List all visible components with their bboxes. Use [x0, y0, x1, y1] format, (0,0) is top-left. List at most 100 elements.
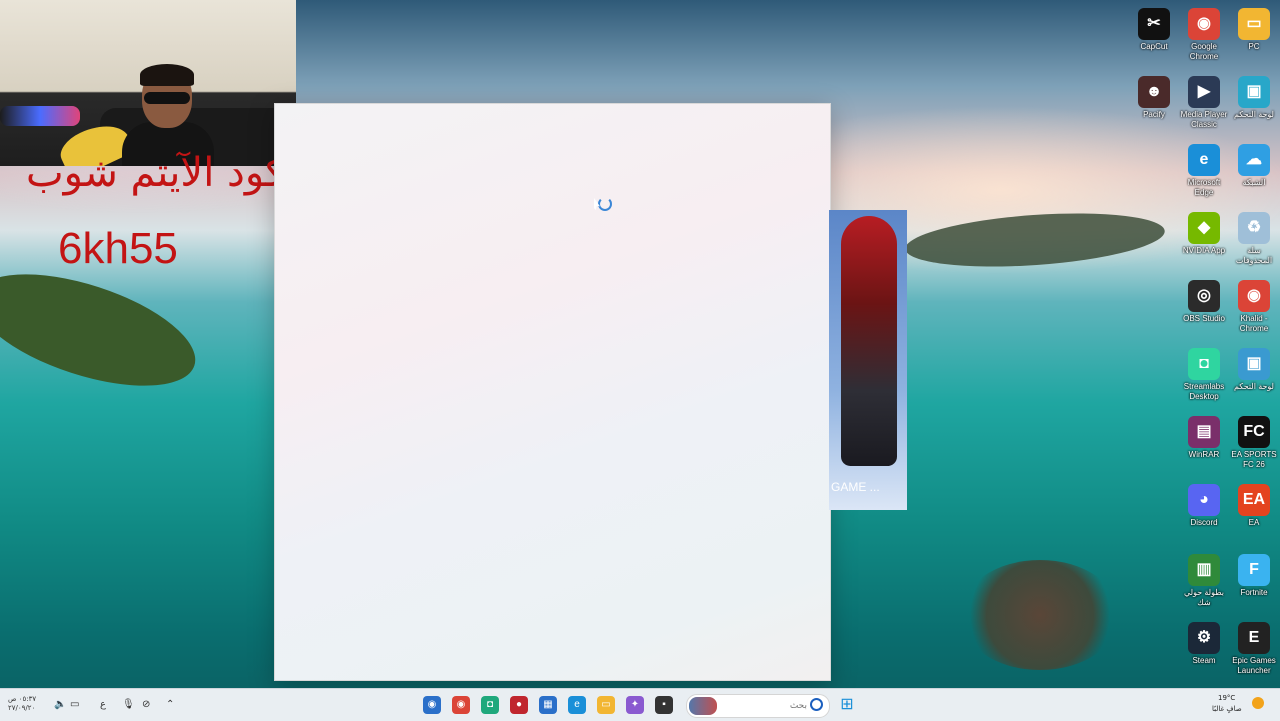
game-widget-card[interactable]: GAME ...	[829, 210, 907, 510]
obs-studio-shortcut[interactable]: ◎ OBS Studio	[1178, 280, 1230, 324]
ea-icon: EA	[1238, 484, 1270, 516]
shortcut-label: Fortnite	[1240, 588, 1268, 597]
promo-code: 6kh55	[58, 224, 178, 273]
tournament-icon: ▥	[1188, 554, 1220, 586]
shortcut-label: WinRAR	[1188, 450, 1220, 459]
muted-icon[interactable]: ⊘	[142, 699, 150, 710]
taskbar-store-icon[interactable]: ▦	[539, 696, 557, 714]
taskbar-red-app-icon[interactable]: ●	[510, 696, 528, 714]
nvidia-app-icon: ◆	[1188, 212, 1220, 244]
streamlabs-icon: ◘	[1188, 348, 1220, 380]
tournament-shortcut[interactable]: ▥ بطولة حولي شك	[1178, 554, 1230, 608]
winrar-icon: ▤	[1188, 416, 1220, 448]
discord-shortcut[interactable]: ◕ Discord	[1178, 484, 1230, 528]
control-panel-2-shortcut[interactable]: ▣ لوحة التحكم	[1228, 348, 1280, 392]
weather-temperature: 19°C	[1218, 694, 1236, 702]
streamlabs-shortcut[interactable]: ◘ Streamlabs Desktop	[1178, 348, 1230, 402]
microsoft-edge-icon: e	[1188, 144, 1220, 176]
shortcut-label: Microsoft Edge	[1187, 178, 1221, 197]
shortcut-label: الشبكة	[1242, 178, 1266, 187]
winrar-shortcut[interactable]: ▤ WinRAR	[1178, 416, 1230, 460]
ea-sports-fc-shortcut[interactable]: FC EA SPORTS FC 26	[1228, 416, 1280, 470]
epic-games-shortcut[interactable]: E Epic Games Launcher	[1228, 622, 1280, 676]
chrome-khalid-icon: ◉	[1238, 280, 1270, 312]
taskbar-clock[interactable]: ٠٥:٣٧ ص ٢٧/٠٩/٢٠	[8, 695, 46, 713]
taskbar-colorful-app-icon[interactable]: ✦	[626, 696, 644, 714]
network-tray-icon[interactable]: ▭	[70, 699, 79, 710]
shortcut-label: Steam	[1192, 656, 1216, 665]
taskbar-app-blue-icon[interactable]: ◉	[423, 696, 441, 714]
shortcut-label: Google Chrome	[1189, 42, 1219, 61]
island-scenery	[903, 205, 1167, 275]
pc-icon: ▭	[1238, 8, 1270, 40]
search-icon	[810, 698, 823, 711]
weather-condition: صافٍ غالبًا	[1212, 705, 1242, 713]
webcam-overlay	[0, 0, 296, 166]
google-chrome-icon: ◉	[1188, 8, 1220, 40]
chevron-up-icon[interactable]: ⌃	[166, 699, 174, 710]
webcam-person-glasses	[144, 92, 190, 104]
pc-shortcut[interactable]: ▭ PC	[1228, 8, 1280, 52]
shortcut-label: PC	[1248, 42, 1260, 51]
nvidia-app-shortcut[interactable]: ◆ NVIDIA App	[1178, 212, 1230, 256]
shortcut-label: سلة المحذوفات	[1235, 246, 1273, 265]
shortcut-label: لوحة التحكم	[1233, 382, 1274, 391]
taskbar: ٠٥:٣٧ ص ٢٧/٠٩/٢٠ 🔈 ▭ ع 🎙 ⊘ ⌃ ◉ ◉ ◘ ● ▦ e ▭ ✦ ▪ ⊞…	[0, 688, 1280, 721]
recycle-bin-shortcut[interactable]: ♻ سلة المحذوفات	[1228, 212, 1280, 266]
control-panel-icon: ▣	[1238, 76, 1270, 108]
control-panel-shortcut[interactable]: ▣ لوحة التحكم	[1228, 76, 1280, 120]
google-chrome-shortcut[interactable]: ◉ Google Chrome	[1178, 8, 1230, 62]
shortcut-label: Pacify	[1143, 110, 1165, 119]
recycle-bin-icon: ♻	[1238, 212, 1270, 244]
chrome-khalid-shortcut[interactable]: ◉ Khalid - Chrome	[1228, 280, 1280, 334]
loading-app-window[interactable]	[274, 103, 831, 681]
shortcut-label: Epic Games Launcher	[1232, 656, 1276, 675]
ea-sports-fc-icon: FC	[1238, 416, 1270, 448]
media-player-classic-shortcut[interactable]: ▶ Media Player Classic	[1178, 76, 1230, 130]
shortcut-label: OBS Studio	[1183, 314, 1225, 323]
webcam-person-hair	[140, 64, 194, 86]
network-icon: ☁	[1238, 144, 1270, 176]
shortcut-label: NVIDIA App	[1182, 246, 1226, 255]
shortcut-label: Discord	[1190, 518, 1218, 527]
shortcut-label: CapCut	[1140, 42, 1168, 51]
taskbar-file-explorer-icon[interactable]: ▭	[597, 696, 615, 714]
shortcut-label: بطولة حولي شك	[1183, 588, 1225, 607]
sun-icon	[1252, 697, 1264, 709]
reef-scenery	[960, 560, 1120, 670]
shortcut-label: Streamlabs Desktop	[1183, 382, 1225, 401]
network-shortcut[interactable]: ☁ الشبكة	[1228, 144, 1280, 188]
loading-spinner-icon	[598, 197, 612, 211]
shortcut-label: لوحة التحكم	[1233, 110, 1274, 119]
taskbar-chrome-icon[interactable]: ◉	[452, 696, 470, 714]
shortcut-label: Khalid - Chrome	[1239, 314, 1269, 333]
control-panel-2-icon: ▣	[1238, 348, 1270, 380]
pacify-shortcut[interactable]: ☻ Pacify	[1128, 76, 1180, 120]
taskbar-search[interactable]	[686, 694, 830, 718]
search-input[interactable]	[727, 697, 809, 715]
capcut-shortcut[interactable]: ✂ CapCut	[1128, 8, 1180, 52]
fortnite-shortcut[interactable]: F Fortnite	[1228, 554, 1280, 598]
webcam-microphone	[0, 106, 80, 126]
taskbar-streamlabs-icon[interactable]: ◘	[481, 696, 499, 714]
pacify-icon: ☻	[1138, 76, 1170, 108]
search-highlight-image	[689, 697, 717, 715]
obs-studio-icon: ◎	[1188, 280, 1220, 312]
island-scenery	[0, 251, 209, 409]
discord-icon: ◕	[1188, 484, 1220, 516]
microsoft-edge-shortcut[interactable]: e Microsoft Edge	[1178, 144, 1230, 198]
taskbar-terminal-icon[interactable]: ▪	[655, 696, 673, 714]
media-player-classic-icon: ▶	[1188, 76, 1220, 108]
speaker-icon[interactable]: 🔈	[54, 699, 66, 710]
language-indicator[interactable]: ع	[100, 699, 106, 710]
ea-shortcut[interactable]: EA EA	[1228, 484, 1280, 528]
game-widget-caption: GAME ...	[831, 480, 880, 494]
shortcut-label: EA SPORTS FC 26	[1231, 450, 1277, 469]
taskbar-edge-icon[interactable]: e	[568, 696, 586, 714]
desktop-icon-grid: ✂ CapCut ◉ Google Chrome ▭ PC ☻ Pacify ▶ Media Pl…	[1128, 4, 1280, 688]
shortcut-label: EA	[1248, 518, 1260, 527]
microphone-icon[interactable]: 🎙	[122, 699, 135, 710]
steam-shortcut[interactable]: ⚙ Steam	[1178, 622, 1230, 666]
epic-games-icon: E	[1238, 622, 1270, 654]
start-button-icon[interactable]: ⊞	[838, 696, 856, 714]
